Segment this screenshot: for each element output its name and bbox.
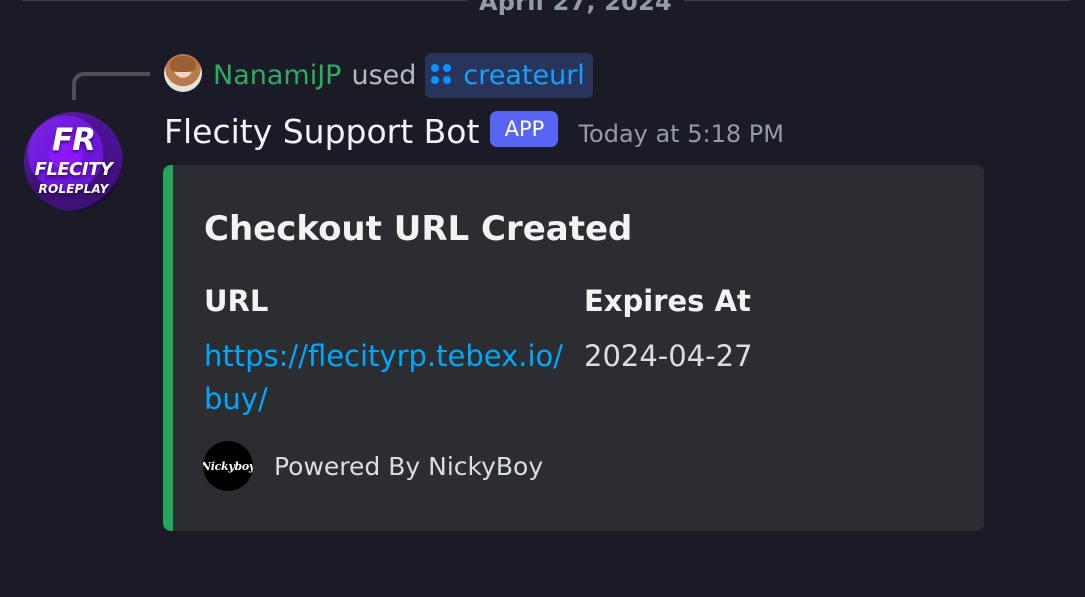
reply-username[interactable]: NanamiJP xyxy=(213,60,341,91)
message-header: Flecity Support Bot APP Today at 5:18 PM xyxy=(164,110,784,151)
footer-icon: Nickyboy xyxy=(203,441,253,491)
reply-preview: NanamiJP used createurl xyxy=(213,52,593,98)
bot-avatar-fr-text: FR xyxy=(51,122,96,158)
date-divider-label: April 27, 2024 xyxy=(467,0,684,16)
date-divider: April 27, 2024 xyxy=(22,0,1070,16)
checkout-url-link[interactable]: https://flecityrp.tebex.io/buy/ xyxy=(204,335,564,421)
reply-spine xyxy=(72,72,150,100)
embed-title: Checkout URL Created xyxy=(204,209,633,249)
bot-avatar-roleplay-text: ROLEPLAY xyxy=(38,182,109,196)
bot-avatar-flecity-text: FLECITY xyxy=(34,159,113,180)
reply-user-avatar[interactable] xyxy=(164,54,202,92)
footer-icon-label: Nickyboy xyxy=(203,459,253,473)
command-name: createurl xyxy=(463,59,585,91)
embed-accent-stripe xyxy=(163,165,173,531)
message-timestamp: Today at 5:18 PM xyxy=(578,119,784,148)
slash-command-icon xyxy=(431,63,455,87)
footer-text: Powered By NickyBoy xyxy=(274,451,544,481)
reply-action-text: used xyxy=(351,59,417,91)
command-mention[interactable]: createurl xyxy=(425,52,593,98)
expires-field-name: Expires At xyxy=(584,284,751,318)
url-field-name: URL xyxy=(204,284,269,318)
bot-avatar[interactable]: FR FLECITY ROLEPLAY xyxy=(24,112,123,211)
app-badge: APP xyxy=(490,110,559,147)
bot-name[interactable]: Flecity Support Bot xyxy=(164,112,479,151)
expires-at-value: 2024-04-27 xyxy=(584,339,753,373)
embed-footer: Nickyboy Powered By NickyBoy xyxy=(203,441,543,491)
embed-card: Checkout URL Created URL Expires At http… xyxy=(163,165,984,531)
